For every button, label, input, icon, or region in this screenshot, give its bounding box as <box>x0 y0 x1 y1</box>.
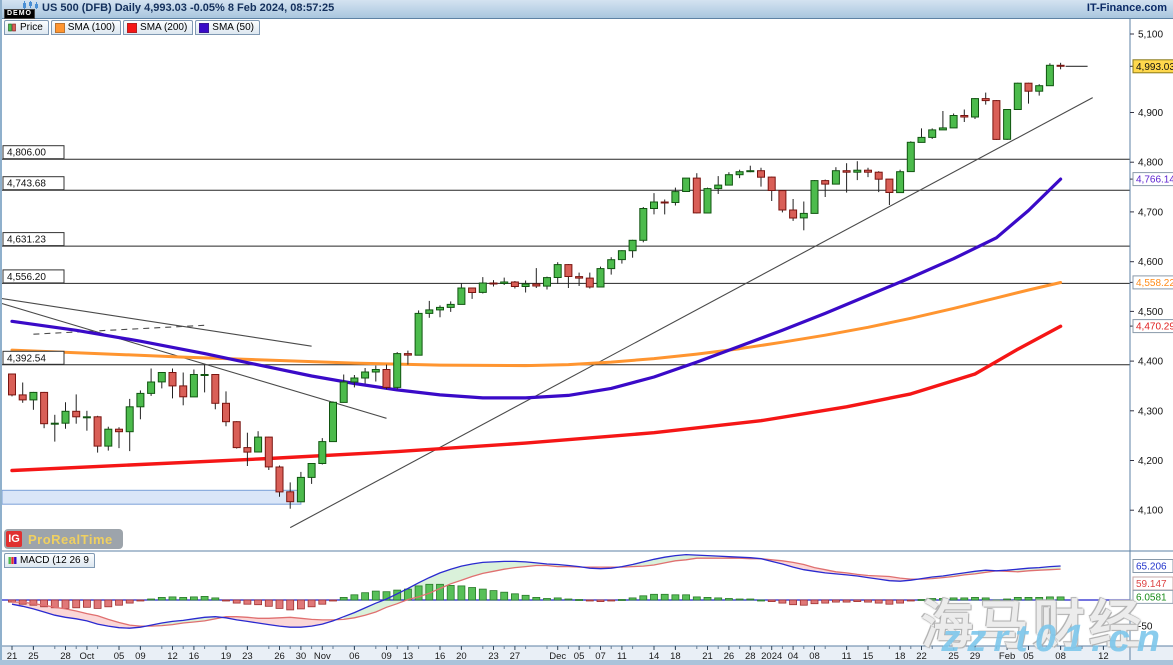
svg-text:59.147: 59.147 <box>1136 579 1167 590</box>
svg-text:5,100: 5,100 <box>1138 30 1163 41</box>
svg-text:18: 18 <box>895 651 906 660</box>
svg-text:08: 08 <box>1055 651 1066 660</box>
svg-text:4,743.68: 4,743.68 <box>7 179 46 190</box>
it-finance-link[interactable]: IT-Finance.com <box>1087 2 1167 14</box>
svg-text:6.0581: 6.0581 <box>1136 592 1167 603</box>
svg-text:65.206: 65.206 <box>1136 562 1167 573</box>
svg-text:28: 28 <box>745 651 756 660</box>
svg-text:4,200: 4,200 <box>1138 456 1163 467</box>
svg-text:-50: -50 <box>1138 622 1153 633</box>
svg-text:07: 07 <box>595 651 606 660</box>
svg-text:11: 11 <box>842 651 852 660</box>
svg-text:4,556.20: 4,556.20 <box>7 272 46 283</box>
svg-text:28: 28 <box>60 651 71 660</box>
svg-text:25: 25 <box>28 651 39 660</box>
svg-text:13: 13 <box>403 651 414 660</box>
svg-text:20: 20 <box>456 651 467 660</box>
svg-text:05: 05 <box>574 651 585 660</box>
legend-tab-label: SMA (100) <box>68 22 115 33</box>
svg-text:26: 26 <box>274 651 285 660</box>
svg-text:18: 18 <box>670 651 681 660</box>
svg-text:4,700: 4,700 <box>1138 207 1163 218</box>
svg-text:16: 16 <box>189 651 200 660</box>
svg-text:4,766.14: 4,766.14 <box>1136 175 1173 186</box>
svg-text:Oct: Oct <box>80 651 95 660</box>
svg-text:30: 30 <box>296 651 307 660</box>
svg-text:4,392.54: 4,392.54 <box>7 353 46 364</box>
svg-text:4,100: 4,100 <box>1138 506 1163 517</box>
svg-text:2024: 2024 <box>761 651 782 660</box>
svg-text:14: 14 <box>649 651 660 660</box>
macd-tab-label: MACD (12 26 9 <box>20 555 89 566</box>
svg-text:04: 04 <box>788 651 799 660</box>
svg-text:09: 09 <box>135 651 146 660</box>
svg-text:09: 09 <box>381 651 392 660</box>
legend-tab-label: SMA (200) <box>140 22 187 33</box>
legend-tab-sma100[interactable]: SMA (100) <box>51 20 121 35</box>
svg-text:15: 15 <box>863 651 874 660</box>
price-candles-icon <box>8 23 17 32</box>
chart-header: DEMO US 500 (DFB) Daily 4,993.03 -0.05% … <box>2 0 1173 19</box>
svg-text:4,806.00: 4,806.00 <box>7 148 46 159</box>
svg-text:Nov: Nov <box>314 651 331 660</box>
ig-logo: IG <box>6 531 22 547</box>
svg-text:22: 22 <box>916 651 927 660</box>
legend-tab-sma200[interactable]: SMA (200) <box>123 20 193 35</box>
svg-text:26: 26 <box>724 651 735 660</box>
svg-text:4,500: 4,500 <box>1138 307 1163 318</box>
svg-text:21: 21 <box>7 651 18 660</box>
svg-text:23: 23 <box>242 651 253 660</box>
sma100-color-swatch <box>55 23 65 33</box>
svg-text:27: 27 <box>510 651 521 660</box>
svg-text:4,631.23: 4,631.23 <box>7 235 46 246</box>
chart-area[interactable]: 4,806.00 4,743.68 4,631.23 4,556.20 4,392.54… <box>2 0 1173 660</box>
chart-canvas[interactable]: 4,806.00 4,743.68 4,631.23 4,556.20 4,392.54… <box>2 0 1173 660</box>
candlestick-mini-icon <box>22 1 40 9</box>
svg-text:4,300: 4,300 <box>1138 406 1163 417</box>
prorealtime-wordmark: ProRealTime <box>28 532 113 547</box>
svg-text:11: 11 <box>617 651 627 660</box>
chart-title: US 500 (DFB) Daily 4,993.03 -0.05% 8 Feb… <box>42 2 334 14</box>
prorealtime-logo: IG ProRealTime <box>4 529 123 549</box>
svg-text:Dec: Dec <box>549 651 566 660</box>
legend-tab-price[interactable]: Price <box>4 20 49 35</box>
macd-bars-icon <box>8 556 17 565</box>
svg-text:12: 12 <box>167 651 178 660</box>
svg-text:21: 21 <box>702 651 713 660</box>
svg-text:4,900: 4,900 <box>1138 108 1163 119</box>
demo-badge: DEMO <box>4 9 35 19</box>
indicator-tab-row: MACD (12 26 9 <box>4 553 95 568</box>
legend-tab-sma50[interactable]: SMA (50) <box>195 20 260 35</box>
svg-text:19: 19 <box>221 651 232 660</box>
svg-text:29: 29 <box>970 651 981 660</box>
svg-text:08: 08 <box>809 651 820 660</box>
svg-text:05: 05 <box>1023 651 1034 660</box>
svg-text:06: 06 <box>349 651 360 660</box>
svg-text:4,800: 4,800 <box>1138 158 1163 169</box>
macd-indicator-tab[interactable]: MACD (12 26 9 <box>4 553 95 568</box>
svg-text:4,993.03: 4,993.03 <box>1136 62 1173 73</box>
sma50-color-swatch <box>199 23 209 33</box>
svg-text:05: 05 <box>114 651 125 660</box>
sma200-color-swatch <box>127 23 137 33</box>
trading-platform-window: 4,806.00 4,743.68 4,631.23 4,556.20 4,392.54… <box>0 0 1173 660</box>
svg-text:4,400: 4,400 <box>1138 357 1163 368</box>
svg-text:12: 12 <box>1098 651 1109 660</box>
svg-text:23: 23 <box>488 651 499 660</box>
svg-text:25: 25 <box>948 651 959 660</box>
legend-row: Price SMA (100) SMA (200) SMA (50) <box>4 20 260 35</box>
svg-text:4,470.29: 4,470.29 <box>1136 322 1173 333</box>
svg-text:4,600: 4,600 <box>1138 257 1163 268</box>
legend-tab-label: Price <box>20 22 43 33</box>
legend-tab-label: SMA (50) <box>212 22 254 33</box>
svg-text:Feb: Feb <box>999 651 1015 660</box>
svg-text:4,558.22: 4,558.22 <box>1136 278 1173 289</box>
svg-text:16: 16 <box>435 651 446 660</box>
